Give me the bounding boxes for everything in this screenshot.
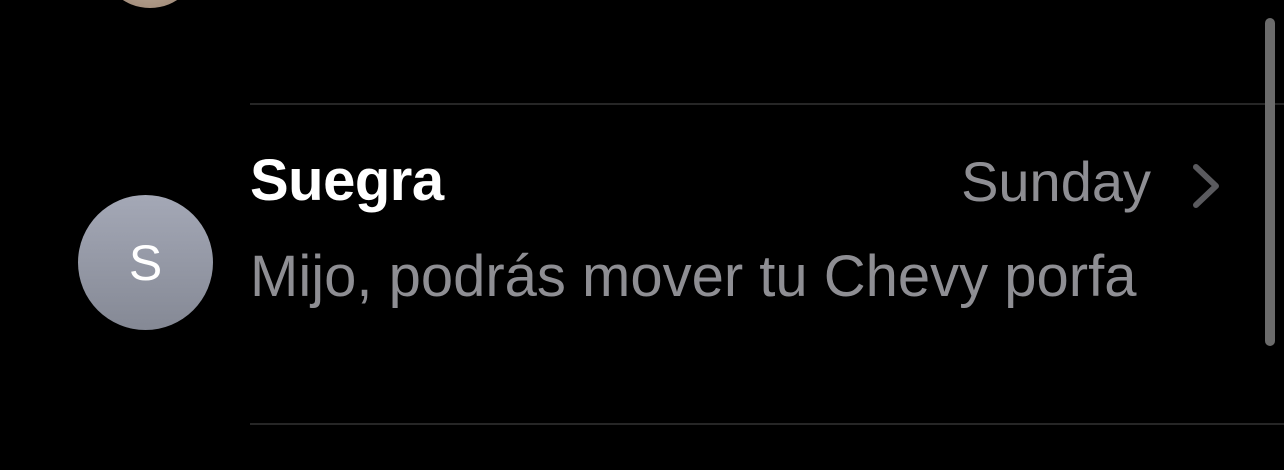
avatar-initial: S bbox=[128, 234, 163, 291]
message-timestamp: Sunday bbox=[961, 150, 1151, 213]
contact-name: Suegra bbox=[250, 148, 444, 213]
message-preview: Mijo, podrás mover tu Chevy porfa bbox=[250, 244, 1137, 309]
conversation-row[interactable]: S Suegra Sunday Mijo, podrás mover tu Ch… bbox=[0, 105, 1284, 423]
messages-list-screen: S Suegra Sunday Mijo, podrás mover tu Ch… bbox=[0, 0, 1284, 470]
scrollbar[interactable] bbox=[1265, 18, 1275, 346]
previous-contact-avatar[interactable] bbox=[100, 0, 200, 8]
contact-avatar: S bbox=[78, 195, 213, 330]
row-divider-bottom bbox=[250, 423, 1284, 425]
chevron-right-icon bbox=[1193, 164, 1219, 208]
